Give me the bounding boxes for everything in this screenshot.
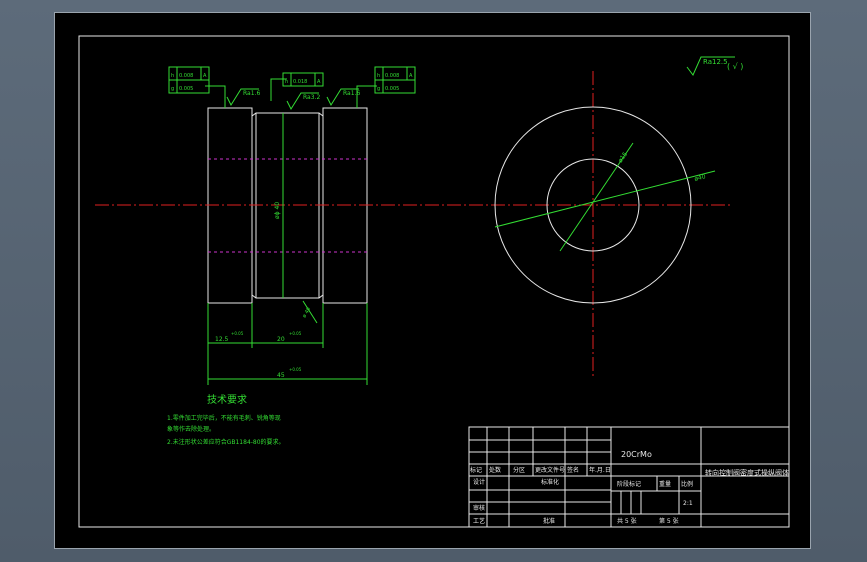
dim-line-large bbox=[494, 170, 716, 228]
tol-right-sym-2: g bbox=[377, 86, 380, 92]
notes-line-2: 象等作去除处理。 bbox=[167, 425, 215, 433]
notes-line-3: 2.未注形状公差应符合GB1184-80的要求。 bbox=[167, 438, 285, 446]
tol-center-ref: A bbox=[317, 79, 321, 85]
cad-drawing: h 0.008 A g 0.005 h 0.018 A h 0.008 A g … bbox=[78, 35, 790, 528]
dim-mid: 20 bbox=[277, 336, 285, 343]
tb-sheet-no: 第 5 张 bbox=[659, 517, 679, 525]
tb-doc: 更改文件号 bbox=[535, 466, 565, 474]
tb-process: 工艺 bbox=[473, 517, 485, 525]
tol-right-sym-1: h bbox=[377, 73, 380, 79]
dim-left: 12.5 bbox=[215, 336, 229, 343]
material-label: 20CrMo bbox=[621, 450, 652, 459]
tb-weight: 重量 bbox=[659, 480, 671, 488]
notes-title: 技术要求 bbox=[207, 393, 247, 406]
tol-left-ref-1: A bbox=[203, 73, 207, 79]
roughness-general-label: Ra12.5 bbox=[703, 58, 728, 66]
tb-count: 处数 bbox=[489, 466, 501, 474]
drawing-name: 转向控制阀密度式操纵阀体 bbox=[705, 468, 789, 477]
tol-left-val-2: 0.005 bbox=[179, 86, 193, 92]
notes-line-1: 1.零件加工完毕后，不能有毛刺、锐角等现 bbox=[167, 414, 281, 422]
tb-sign: 签名 bbox=[567, 466, 579, 474]
tb-sheets-total: 共 5 张 bbox=[617, 517, 637, 525]
dim-circle-large: ø40 bbox=[694, 173, 707, 183]
tol-center-sym: h bbox=[285, 79, 288, 85]
title-block bbox=[468, 426, 790, 528]
tb-approve: 批准 bbox=[543, 517, 555, 525]
tb-zone: 分区 bbox=[513, 466, 525, 474]
tol-right-val-1: 0.008 bbox=[385, 73, 399, 79]
dimensions bbox=[205, 78, 377, 385]
surf-right-label: Ra1.6 bbox=[343, 90, 360, 97]
roughness-general-paren: ( √ ) bbox=[727, 62, 743, 71]
tol-right-val-2: 0.005 bbox=[385, 86, 399, 92]
tol-left-sym-2: g bbox=[171, 86, 174, 92]
dim-circle-small: ø15 bbox=[617, 151, 629, 164]
tb-design: 设计 bbox=[473, 478, 485, 486]
tb-standard: 标准化 bbox=[541, 478, 559, 486]
tol-left-sym-1: h bbox=[171, 73, 174, 79]
surf-left-label: Ra1.6 bbox=[243, 90, 260, 97]
tb-check: 审核 bbox=[473, 504, 485, 512]
surf-center-label: Ra3.2 bbox=[303, 94, 320, 101]
drawing-sheet: h 0.008 A g 0.005 h 0.018 A h 0.008 A g … bbox=[54, 12, 811, 549]
tb-scale-value: 2:1 bbox=[683, 500, 693, 507]
inner-border bbox=[78, 35, 790, 528]
dim-left-tol: +0.05 bbox=[231, 331, 244, 336]
dim-total: 45 bbox=[277, 372, 285, 379]
tb-scale: 比例 bbox=[681, 480, 693, 488]
tol-left-val-1: 0.008 bbox=[179, 73, 193, 79]
tb-mark: 标记 bbox=[470, 466, 482, 474]
dim-mid-tol: +0.05 bbox=[289, 331, 302, 336]
tb-date: 年.月.日 bbox=[589, 466, 611, 474]
tol-right-ref-1: A bbox=[409, 73, 413, 79]
tol-center-val: 0.018 bbox=[293, 79, 307, 85]
dim-total-tol: +0.05 bbox=[289, 367, 302, 372]
tb-stage: 阶段标记 bbox=[617, 480, 641, 488]
dim-vertical: øϕ 40 bbox=[274, 202, 281, 219]
